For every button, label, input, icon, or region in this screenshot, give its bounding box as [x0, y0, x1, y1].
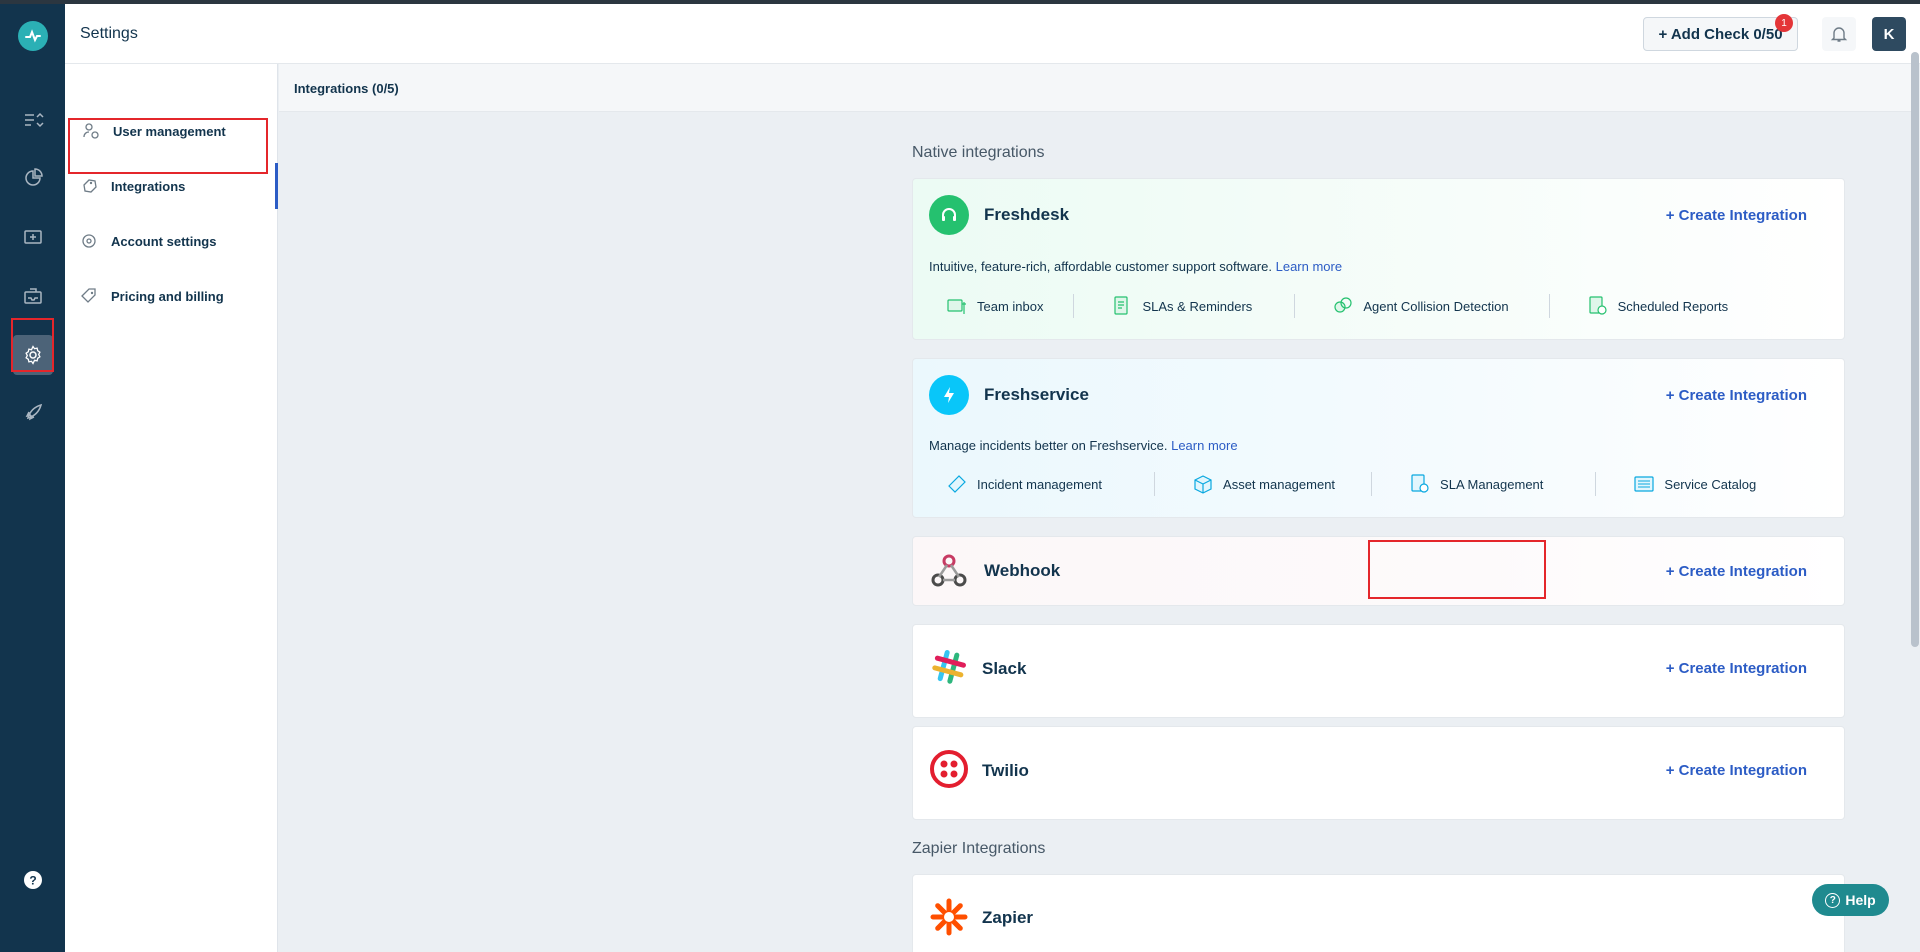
sidenav-label: Integrations: [111, 178, 186, 194]
settings-sidenav: User management Integrations Account set…: [65, 64, 278, 952]
page-scrollbar[interactable]: [1911, 52, 1919, 647]
help-button[interactable]: ? Help: [1812, 884, 1889, 916]
description-text: Manage incidents better on Freshservice.: [929, 438, 1168, 453]
integration-name: Twilio: [982, 761, 1029, 780]
team-inbox-icon: [947, 299, 966, 314]
webhook-card: Webhook + Create Integration: [912, 536, 1845, 606]
learn-more-link[interactable]: Learn more: [1171, 438, 1237, 453]
feature-divider: [1595, 472, 1597, 496]
sidenav-label: Pricing and billing: [111, 288, 224, 304]
sla-reminders-icon: [1114, 296, 1129, 315]
sla-management-icon: [1411, 474, 1429, 493]
create-integration-slack[interactable]: + Create Integration: [1666, 660, 1807, 677]
logo-icon[interactable]: [18, 21, 48, 51]
feature-item: Team inbox: [945, 294, 1043, 318]
feature-item: Incident management: [945, 472, 1102, 496]
feature-item: Agent Collision Detection: [1331, 294, 1509, 318]
slack-card: Slack + Create Integration: [912, 624, 1845, 718]
inbox-icon[interactable]: [13, 276, 53, 316]
feature-divider: [1371, 472, 1373, 496]
checks-icon[interactable]: [13, 100, 53, 140]
question-icon: ?: [1825, 892, 1841, 908]
freshservice-card: Freshservice + Create Integration Manage…: [912, 358, 1845, 518]
webhook-logo-icon: [929, 551, 969, 591]
agent-collision-icon: [1334, 297, 1352, 313]
zapier-logo-icon: [929, 897, 969, 937]
svg-text:?: ?: [29, 874, 36, 888]
native-integrations-heading: Native integrations: [912, 144, 1045, 161]
service-catalog-icon: [1634, 476, 1655, 492]
notifications-button[interactable]: [1822, 17, 1856, 51]
feature-divider: [1154, 472, 1156, 496]
integration-description: Manage incidents better on Freshservice.…: [929, 438, 1238, 453]
description-text: Intuitive, feature-rich, affordable cust…: [929, 259, 1272, 274]
subheader: Integrations (0/5): [279, 64, 1911, 112]
feature-item: Scheduled Reports: [1586, 294, 1728, 318]
slack-logo-icon: [929, 647, 969, 687]
notification-badge: 1: [1775, 14, 1793, 32]
help-label: Help: [1845, 892, 1876, 908]
sidenav-item-pricing-billing[interactable]: Pricing and billing: [65, 273, 278, 319]
scheduled-reports-icon: [1588, 296, 1607, 315]
feature-list: Team inbox SLAs & Reminders Agent Collis…: [929, 291, 1828, 321]
zapier-card: Zapier: [912, 874, 1845, 952]
create-integration-freshservice[interactable]: + Create Integration: [1666, 387, 1807, 404]
feature-list: Incident management Asset management SLA…: [929, 469, 1828, 499]
integration-name: Freshdesk: [984, 205, 1070, 224]
account-settings-icon: [82, 234, 96, 248]
integration-name: Slack: [982, 659, 1027, 678]
integration-name: Freshservice: [984, 385, 1089, 404]
settings-icon[interactable]: [13, 335, 53, 375]
top-header: Settings + Add Check 0/50 K: [65, 4, 1920, 64]
learn-more-link[interactable]: Learn more: [1276, 259, 1342, 274]
freshservice-logo-icon: [929, 375, 969, 415]
create-integration-twilio[interactable]: + Create Integration: [1666, 762, 1807, 779]
create-integration-freshdesk[interactable]: + Create Integration: [1666, 207, 1807, 224]
asset-management-icon: [1194, 475, 1212, 494]
pricing-icon: [81, 288, 96, 303]
integration-name: Zapier: [982, 908, 1034, 927]
twilio-logo-icon: [929, 749, 969, 789]
rocket-icon[interactable]: [13, 393, 53, 433]
sidenav-item-integrations[interactable]: Integrations: [65, 163, 278, 209]
freshdesk-card: Freshdesk + Create Integration Intuitive…: [912, 178, 1845, 340]
incident-management-icon: [948, 475, 966, 493]
feature-item: Asset management: [1191, 472, 1335, 496]
user-management-icon: [83, 123, 99, 139]
sidenav-item-user-management[interactable]: User management: [65, 108, 278, 154]
status-page-icon[interactable]: [13, 217, 53, 257]
feature-item: SLAs & Reminders: [1110, 294, 1252, 318]
bell-icon: [1830, 27, 1848, 42]
zapier-integrations-heading: Zapier Integrations: [912, 840, 1046, 857]
sidenav-item-account-settings[interactable]: Account settings: [65, 218, 278, 264]
help-circle-icon[interactable]: ?: [13, 860, 53, 900]
main-content: Integrations (0/5) Native integrations F…: [279, 64, 1911, 952]
page-title: Settings: [80, 25, 138, 42]
feature-item: Service Catalog: [1632, 472, 1756, 496]
sidenav-label: Account settings: [111, 233, 217, 249]
freshdesk-logo-icon: [929, 195, 969, 235]
feature-divider: [1548, 294, 1550, 318]
reports-icon[interactable]: [13, 158, 53, 198]
app-rail: ?: [0, 4, 65, 952]
integration-description: Intuitive, feature-rich, affordable cust…: [929, 259, 1342, 274]
integration-name: Webhook: [984, 561, 1061, 580]
integrations-icon: [83, 179, 97, 193]
feature-divider: [1294, 294, 1296, 318]
twilio-card: Twilio + Create Integration: [912, 726, 1845, 820]
avatar[interactable]: K: [1872, 17, 1906, 51]
subheader-title: Integrations (0/5): [294, 81, 399, 96]
feature-item: SLA Management: [1408, 472, 1543, 496]
create-integration-webhook[interactable]: + Create Integration: [1666, 563, 1807, 580]
sidenav-label: User management: [113, 123, 226, 139]
feature-divider: [1073, 294, 1075, 318]
